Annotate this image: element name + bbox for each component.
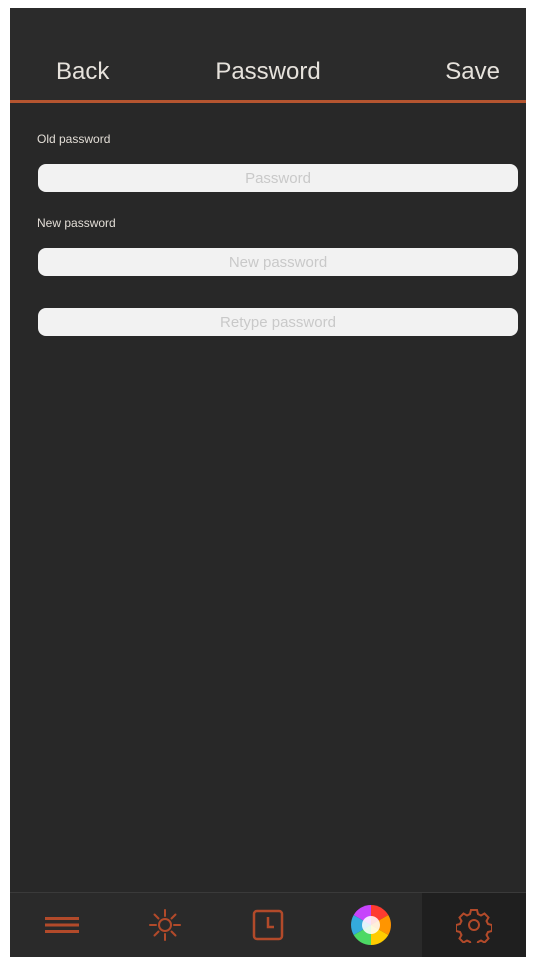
- nav-bar: Back Password Save: [10, 8, 526, 100]
- old-password-placeholder: Password: [245, 169, 311, 187]
- new-password-label: New password: [37, 216, 116, 230]
- color-wheel-icon: [350, 905, 391, 945]
- gear-icon: [456, 909, 492, 943]
- old-password-label: Old password: [37, 132, 111, 146]
- tab-timer[interactable]: [216, 893, 319, 957]
- menu-icon: [44, 917, 79, 933]
- password-screen: Back Password Save Old password Password…: [10, 8, 526, 957]
- tab-brightness[interactable]: [113, 893, 216, 957]
- new-password-field[interactable]: New password: [38, 248, 518, 276]
- header-divider: [10, 100, 526, 103]
- save-button[interactable]: Save: [445, 58, 500, 86]
- retype-password-placeholder: Retype password: [220, 313, 336, 331]
- tab-menu[interactable]: [10, 893, 113, 957]
- tab-bar: [10, 892, 526, 957]
- tab-color[interactable]: [319, 893, 422, 957]
- brightness-icon: [148, 909, 181, 941]
- new-password-placeholder: New password: [228, 253, 328, 271]
- old-password-field[interactable]: Password: [38, 164, 518, 192]
- tab-settings[interactable]: [422, 893, 526, 957]
- clock-icon: [252, 909, 283, 941]
- retype-password-field[interactable]: Retype password: [38, 308, 518, 336]
